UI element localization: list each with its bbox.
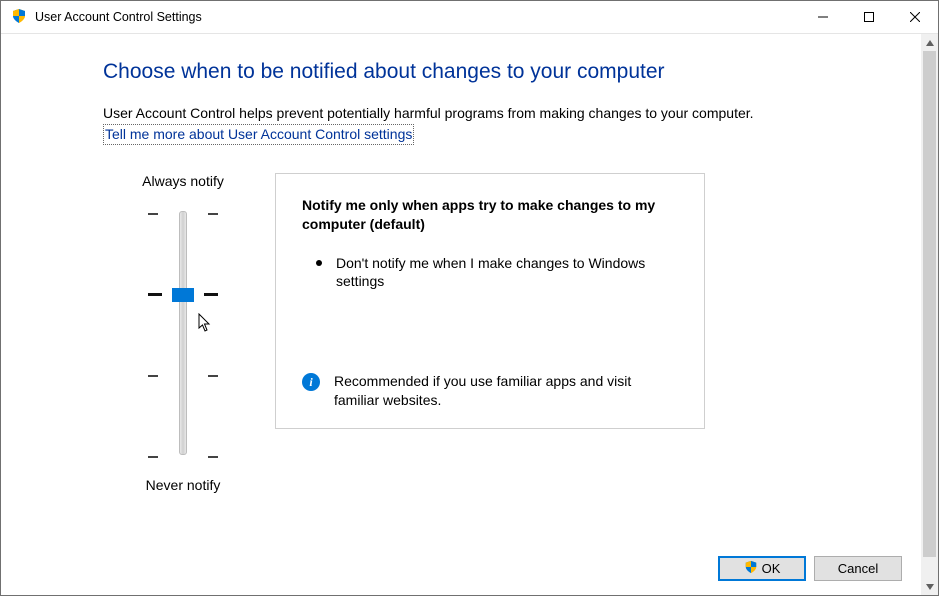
window-title: User Account Control Settings [35, 10, 202, 24]
cancel-button-label: Cancel [838, 561, 878, 576]
recommendation-text: Recommended if you use familiar apps and… [334, 372, 674, 410]
ok-button-label: OK [762, 561, 781, 576]
learn-more-link[interactable]: Tell me more about User Account Control … [103, 124, 414, 145]
minimize-button[interactable] [800, 1, 846, 33]
level-bullet-text: Don't notify me when I make changes to W… [336, 254, 674, 292]
slider-tick [148, 213, 218, 215]
scroll-down-button[interactable] [921, 578, 938, 595]
level-title: Notify me only when apps try to make cha… [302, 196, 674, 234]
page-heading: Choose when to be notified about changes… [103, 60, 865, 84]
slider-thumb[interactable] [172, 288, 194, 302]
recommendation-row: i Recommended if you use familiar apps a… [302, 372, 674, 410]
vertical-scrollbar[interactable] [921, 34, 938, 595]
slider-tick [148, 375, 218, 377]
cursor-icon [198, 313, 212, 336]
level-bullet: Don't notify me when I make changes to W… [316, 254, 674, 292]
uac-level-slider[interactable] [148, 203, 218, 463]
dialog-buttons: OK Cancel [718, 556, 902, 581]
level-description-panel: Notify me only when apps try to make cha… [275, 173, 705, 429]
scroll-up-button[interactable] [921, 34, 938, 51]
cancel-button[interactable]: Cancel [814, 556, 902, 581]
uac-shield-icon [11, 8, 27, 27]
uac-settings-window: User Account Control Settings Choose whe… [0, 0, 939, 596]
titlebar: User Account Control Settings [1, 1, 938, 34]
client-area: Choose when to be notified about changes… [1, 34, 938, 595]
info-icon: i [302, 373, 320, 391]
close-button[interactable] [892, 1, 938, 33]
description-line: User Account Control helps prevent poten… [103, 105, 754, 121]
scrollbar-track[interactable] [921, 51, 938, 578]
uac-shield-icon [744, 560, 758, 577]
slider-top-label: Always notify [103, 173, 263, 189]
slider-bottom-label: Never notify [103, 477, 263, 493]
slider-track [179, 211, 187, 455]
scrollbar-thumb[interactable] [923, 51, 936, 557]
maximize-button[interactable] [846, 1, 892, 33]
description-text: User Account Control helps prevent poten… [103, 104, 865, 145]
ok-button[interactable]: OK [718, 556, 806, 581]
bullet-icon [316, 260, 322, 266]
slider-tick [148, 456, 218, 458]
